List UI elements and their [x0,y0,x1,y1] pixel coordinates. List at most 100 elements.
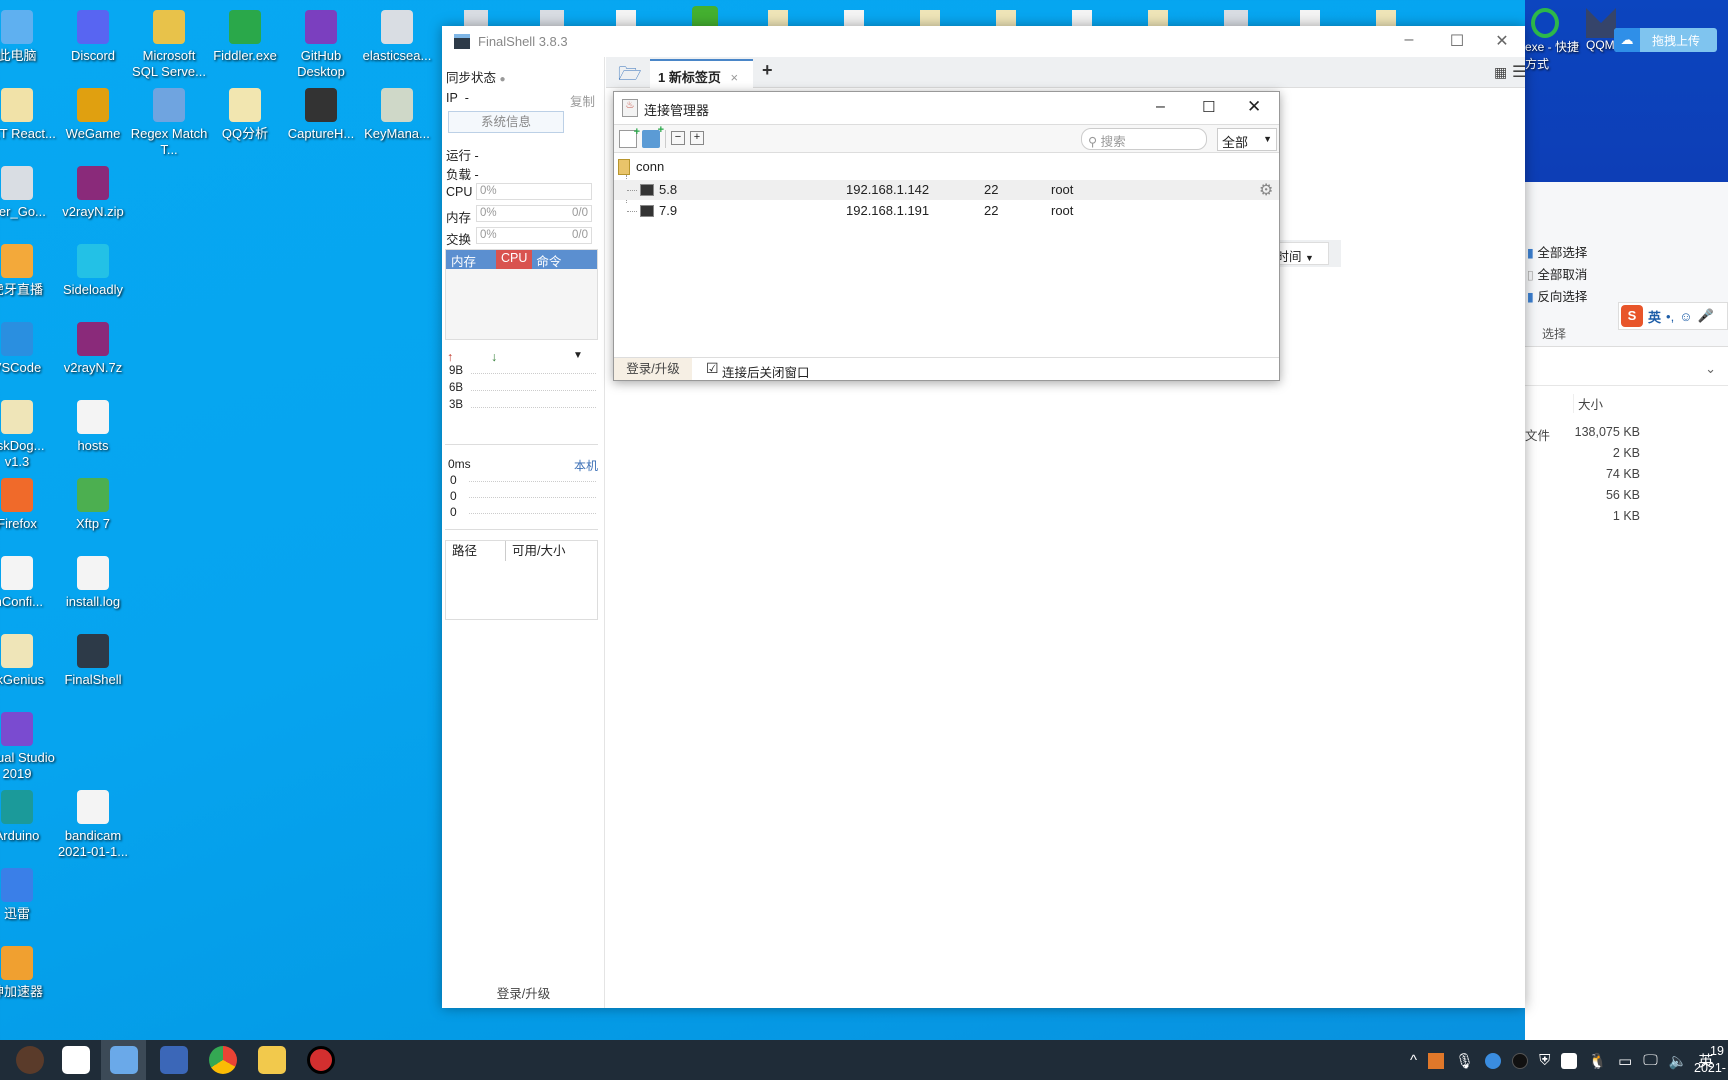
desktop-icon[interactable]: thConfi... [0,556,57,610]
select-all-button[interactable]: ▮ 全部选择 [1527,242,1587,264]
system-info-button[interactable]: 系统信息 [448,111,564,133]
tray-expand-icon[interactable]: ^ [1410,1052,1417,1069]
desktop-icon[interactable]: hosts [53,400,133,454]
tab-command[interactable]: 命令 [532,250,565,269]
new-connection-icon[interactable]: + [619,126,640,148]
file-row[interactable]: 1 KB [1525,509,1640,529]
desktop-icon[interactable]: install.log [53,556,133,610]
grid-view-icon[interactable]: ▦ [1494,64,1507,81]
desktop-icon[interactable]: KeyMana... [357,88,437,142]
select-none-button[interactable]: ▯ 全部取消 [1527,264,1587,286]
clock[interactable]: 19 2021- [1694,1043,1728,1077]
desktop-icon[interactable]: FinalShell [53,634,133,688]
desktop-icon[interactable]: Xftp 7 [53,478,133,532]
ping-target-link[interactable]: 本机 [574,457,598,474]
desktop-icon[interactable]: rver_Go... [0,166,57,220]
desktop-icon[interactable]: bandicam 2021-01-1... [53,790,133,860]
file-row[interactable]: 文件 138,075 KB [1525,425,1640,445]
file-row[interactable]: 2 KB [1525,446,1640,466]
network-dropdown-icon[interactable]: ▼ [573,350,583,361]
tab-new[interactable]: 1 新标签页 × [650,59,753,88]
new-folder-icon[interactable]: + [642,124,664,148]
expand-all-icon[interactable]: + [690,131,704,145]
baidu-upload-widget[interactable]: ☁ 拖拽上传 [1614,28,1717,52]
desktop-icon[interactable]: 迅雷 [0,868,57,922]
close-button[interactable]: ✕ [1487,31,1517,51]
tray-g-icon[interactable] [1512,1052,1529,1069]
desktop-icon[interactable]: Visual Studio 2019 [0,712,57,782]
tray-security-icon[interactable]: ⛨ [1539,1052,1550,1069]
tab-cpu[interactable]: CPU [496,250,533,269]
list-view-icon[interactable]: ☰ [1512,62,1526,82]
sogou-ime-bar[interactable]: S 英 •, ☺ 🎤 [1618,302,1728,330]
dialog-login-upgrade[interactable]: 登录/升级 [614,358,692,380]
invert-selection-button[interactable]: ▮ 反向选择 [1527,286,1587,308]
desktop-icon[interactable]: 虎牙直播 [0,244,57,298]
desktop-icon[interactable]: .NET React... [0,88,57,142]
address-bar[interactable]: ⌄ [1525,354,1728,386]
disk-path-header[interactable]: 路径 [446,541,506,561]
collapse-all-icon[interactable]: − [671,131,685,145]
gear-icon[interactable]: ⚙ [1259,180,1273,200]
desktop-icon[interactable]: v2rayN.7z [53,322,133,376]
desktop-icon-shortcut[interactable]: exe - 快捷方式 [1525,8,1585,72]
file-row[interactable]: 74 KB [1525,467,1640,487]
desktop-icon[interactable]: Regex Match T... [129,88,209,158]
desktop-icon[interactable]: 此电脑 [0,10,57,64]
taskbar-remote-desktop-icon[interactable] [160,1046,188,1074]
desktop-icon[interactable]: WeGame [53,88,133,142]
tray-volume-icon[interactable]: 🔈 [1669,1052,1688,1070]
minimize-button[interactable]: – [1394,31,1424,49]
desktop-icon[interactable]: 神加速器 [0,946,57,1000]
desktop-icon[interactable]: Arduino [0,790,57,844]
disk-size-header[interactable]: 可用/大小 [506,541,565,561]
search-input[interactable]: ⚲ 搜索 [1081,128,1207,150]
desktop-icon[interactable]: Microsoft SQL Serve... [129,10,209,80]
taskbar-baidu-netdisk-icon[interactable] [62,1046,90,1074]
tray-qq-icon[interactable]: 🐧 [1588,1052,1607,1070]
copy-ip-link[interactable]: 复制 [570,91,595,110]
tab-memory[interactable]: 内存 [446,250,496,269]
desktop-icon[interactable]: elasticsea... [357,10,437,64]
dialog-maximize-button[interactable]: ☐ [1202,98,1215,116]
desktop-icon[interactable]: v2rayN.zip [53,166,133,220]
desktop-icon-qqm[interactable]: QQM [1586,8,1616,52]
connection-row[interactable]: 5.8 192.168.1.142 22 root ⚙ [614,180,1279,200]
close-after-connect-checkbox[interactable]: ☑ [706,360,719,377]
close-tab-icon[interactable]: × [730,70,738,85]
dialog-footer: 登录/升级 ☑ 连接后关闭窗口 [614,357,1279,380]
desktop-icon[interactable]: QQ分析 [205,88,285,142]
desktop-icon[interactable]: Firefox [0,478,57,532]
desktop-icon[interactable]: Sideloadly [53,244,133,298]
taskbar-finalshell-icon[interactable] [110,1046,138,1074]
desktop-icon[interactable]: VSCode [0,322,57,376]
dialog-minimize-button[interactable]: – [1156,98,1165,116]
tray-app-icon[interactable] [1428,1052,1445,1069]
desktop-icon[interactable]: Discord [53,10,133,64]
add-tab-button[interactable]: + [762,60,773,81]
tray-battery-icon[interactable]: ▭ [1618,1052,1632,1070]
size-column-header[interactable]: 大小 [1573,394,1603,413]
desktop-icon[interactable]: Fiddler.exe [205,10,285,64]
taskbar-file-explorer-icon[interactable] [258,1046,286,1074]
swap-label: 交换 [446,233,472,247]
filter-select[interactable]: 全部 ▼ [1217,128,1277,151]
maximize-button[interactable]: ☐ [1442,31,1472,51]
taskbar-chrome-icon[interactable] [209,1046,237,1074]
connection-row[interactable]: 7.9 192.168.1.191 22 root [614,201,1279,221]
taskbar-app-icon[interactable] [16,1046,44,1074]
taskbar-bandicam-icon[interactable] [307,1046,335,1074]
desktop-icon[interactable]: CaptureH... [281,88,361,142]
folder-conn[interactable]: conn [636,159,664,174]
login-upgrade-link[interactable]: 登录/升级 [442,983,605,1002]
tray-network-icon[interactable]: 🖵 [1643,1052,1657,1069]
dialog-close-button[interactable]: ✕ [1247,97,1261,117]
desktop-icon[interactable]: askDog... v1.3 [0,400,57,470]
desktop-icon[interactable]: skGenius [0,634,57,688]
desktop-icon[interactable]: GitHub Desktop [281,10,361,80]
tray-baidu-icon[interactable] [1561,1052,1578,1069]
open-folder-icon[interactable]: 🗁 [618,60,642,92]
tray-v-icon[interactable] [1485,1052,1502,1069]
file-row[interactable]: 56 KB [1525,488,1640,508]
tray-mic-icon[interactable]: 🎙 [1455,1052,1474,1070]
